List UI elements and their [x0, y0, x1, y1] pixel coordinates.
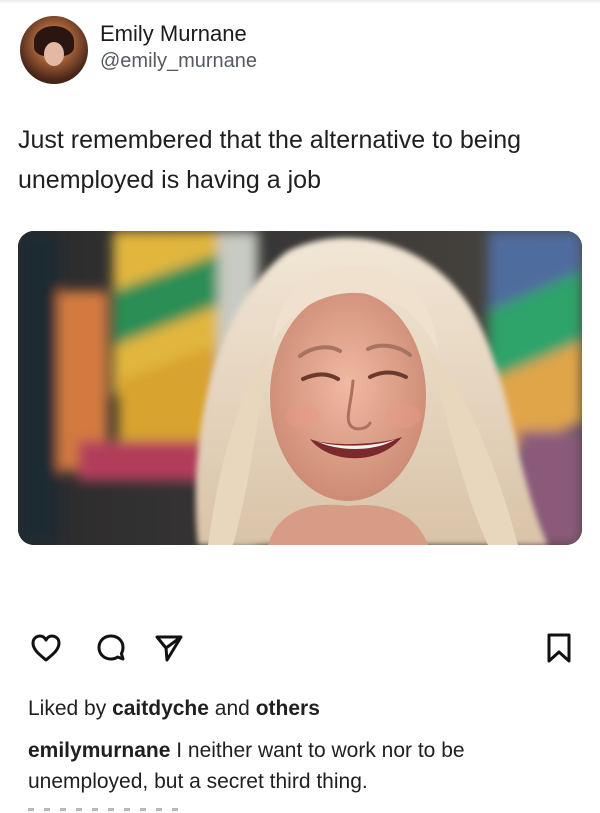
top-divider [0, 0, 600, 4]
post-text: Just remembered that the alternative to … [18, 126, 522, 194]
likes-prefix: Liked by [28, 697, 107, 720]
truncated-line [28, 803, 288, 813]
heart-icon[interactable] [26, 628, 66, 668]
caption-username[interactable]: emilymurnane [28, 739, 170, 762]
author-display-name[interactable]: Emily Murnane [100, 20, 257, 48]
comment-icon[interactable] [91, 628, 131, 668]
likes-others-link[interactable]: others [256, 697, 320, 720]
post-image[interactable] [18, 231, 582, 545]
send-icon[interactable] [149, 628, 189, 668]
liked-by-user[interactable]: caitdyche [112, 697, 209, 720]
caption: emilymurnane I neither want to work nor … [28, 735, 578, 797]
post-header: Emily Murnane @emily_murnane [20, 16, 257, 84]
bookmark-icon[interactable] [539, 628, 579, 668]
action-bar [26, 628, 576, 668]
avatar[interactable] [20, 16, 88, 84]
author-names: Emily Murnane @emily_murnane [100, 20, 257, 74]
likes-summary: Liked by caitdyche and others [28, 694, 320, 724]
author-handle[interactable]: @emily_murnane [100, 48, 257, 74]
likes-conjunction: and [214, 697, 250, 720]
